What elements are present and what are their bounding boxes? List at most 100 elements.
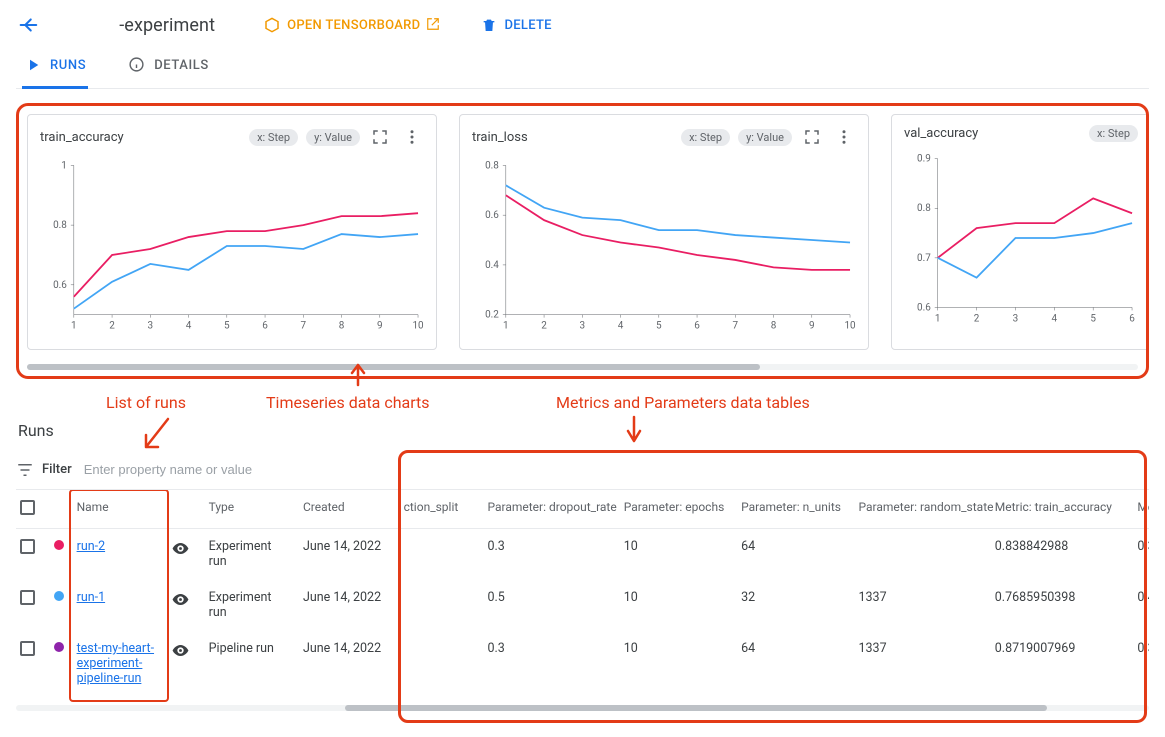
tab-runs[interactable]: RUNS [22,46,88,89]
svg-text:2: 2 [974,313,980,324]
chart-card: val_accuracy x: Step 0.60.70.80.9123456 [891,114,1146,350]
run-fraction-split [400,631,484,697]
svg-text:0.6: 0.6 [485,210,499,221]
delete-button[interactable]: DELETE [478,12,553,38]
more-icon[interactable] [400,125,424,149]
visibility-toggle-icon[interactable] [171,598,190,613]
svg-text:7: 7 [732,321,738,332]
back-button[interactable] [16,13,40,37]
svg-text:1: 1 [71,321,77,332]
svg-text:1: 1 [503,321,509,332]
col-fraction-split[interactable]: ction_split [400,490,484,529]
svg-text:5: 5 [224,321,230,332]
svg-text:3: 3 [1013,313,1019,324]
page-title: xxxxxxx-experiment [56,15,215,36]
annotation-timeseries: Timeseries data charts [266,393,430,412]
row-checkbox[interactable] [20,641,35,656]
run-param-epochs: 10 [620,631,737,697]
col-type[interactable]: Type [205,490,299,529]
more-icon[interactable] [832,125,856,149]
chart-title: val_accuracy [904,126,978,141]
run-metric-train-loss: 0.4862858057 [1133,580,1149,631]
col-param-dropout[interactable]: Parameter: dropout_rate [483,490,619,529]
external-link-icon [426,17,440,34]
svg-text:1: 1 [61,160,67,171]
timeseries-charts-region: train_accuracy x: Step y: Value 0.60.811… [16,103,1149,379]
run-created: June 14, 2022 [299,580,400,631]
table-row: run-2 Experiment run June 14, 2022 0.3 1… [16,529,1149,580]
table-row: run-1 Experiment run June 14, 2022 0.5 1… [16,580,1149,631]
run-name-link[interactable]: test-my-heart-experiment-pipeline-run [77,641,154,686]
col-metric-train-acc[interactable]: Metric: train_accuracy [991,490,1134,529]
svg-text:6: 6 [262,321,268,332]
run-param-dropout: 0.5 [483,580,619,631]
run-metric-train-acc: 0.838842988 [991,529,1134,580]
run-fraction-split [400,529,484,580]
svg-text:0.6: 0.6 [53,280,67,291]
svg-text:9: 9 [809,321,815,332]
x-axis-pill: x: Step [681,129,730,146]
run-type: Experiment run [205,529,299,580]
svg-text:0.2: 0.2 [485,310,499,321]
run-color-dot [54,591,64,601]
svg-text:0.7: 0.7 [917,253,931,264]
chart-card: train_accuracy x: Step y: Value 0.60.811… [27,114,437,350]
svg-text:10: 10 [844,321,856,332]
svg-text:6: 6 [1129,313,1135,324]
charts-horizontal-scrollbar[interactable] [27,362,1138,372]
svg-text:10: 10 [412,321,424,332]
tab-details[interactable]: DETAILS [126,46,211,89]
run-param-dropout: 0.3 [483,529,619,580]
run-name-link[interactable]: run-1 [77,590,106,605]
fullscreen-icon[interactable] [368,125,392,149]
svg-text:8: 8 [771,321,777,332]
filter-input[interactable] [84,460,324,479]
chart-plot-area[interactable]: 0.20.40.60.812345678910 [472,153,856,343]
run-color-dot [54,540,64,550]
runs-section-title: Runs [18,421,1149,440]
visibility-toggle-icon[interactable] [171,547,190,562]
svg-text:4: 4 [1052,313,1058,324]
run-created: June 14, 2022 [299,631,400,697]
fullscreen-icon[interactable] [800,125,824,149]
chart-card: train_loss x: Step y: Value 0.20.40.60.8… [459,114,869,350]
row-checkbox[interactable] [20,539,35,554]
run-param-random [855,529,991,580]
svg-text:0.8: 0.8 [53,220,67,231]
col-param-nunits[interactable]: Parameter: n_units [737,490,854,529]
col-param-random[interactable]: Parameter: random_state [855,490,991,529]
svg-text:3: 3 [148,321,154,332]
y-axis-pill: y: Value [738,129,792,146]
col-param-epochs[interactable]: Parameter: epochs [620,490,737,529]
run-param-epochs: 10 [620,580,737,631]
filter-icon[interactable]: Filter [16,461,72,479]
table-row: test-my-heart-experiment-pipeline-run Pi… [16,631,1149,697]
x-axis-pill: x: Step [1089,125,1138,142]
col-created[interactable]: Created [299,490,400,529]
svg-text:6: 6 [694,321,700,332]
x-axis-pill: x: Step [249,129,298,146]
svg-text:0.9: 0.9 [917,154,931,165]
annotation-metrics-params: Metrics and Parameters data tables [556,393,810,412]
col-name[interactable]: Name [73,490,167,529]
run-name-link[interactable]: run-2 [77,539,106,554]
chart-plot-area[interactable]: 0.60.70.80.9123456 [904,146,1138,336]
visibility-toggle-icon[interactable] [171,649,190,664]
row-checkbox[interactable] [20,590,35,605]
svg-text:9: 9 [377,321,383,332]
col-metric-train-loss[interactable]: Metric: train_loss [1133,490,1149,529]
svg-text:0.8: 0.8 [917,203,931,214]
run-type: Experiment run [205,580,299,631]
table-horizontal-scrollbar[interactable] [16,703,1149,713]
open-tensorboard-button[interactable]: OPEN TENSORBOARD [261,12,442,38]
y-axis-pill: y: Value [306,129,360,146]
runs-table-header: Name Type Created ction_split Parameter:… [16,490,1149,529]
chart-plot-area[interactable]: 0.60.8112345678910 [40,153,424,343]
info-icon [128,56,146,74]
run-param-epochs: 10 [620,529,737,580]
select-all-checkbox[interactable] [20,500,35,515]
run-metric-train-acc: 0.7685950398 [991,580,1134,631]
svg-text:1: 1 [935,313,941,324]
svg-text:2: 2 [109,321,115,332]
svg-text:5: 5 [656,321,662,332]
